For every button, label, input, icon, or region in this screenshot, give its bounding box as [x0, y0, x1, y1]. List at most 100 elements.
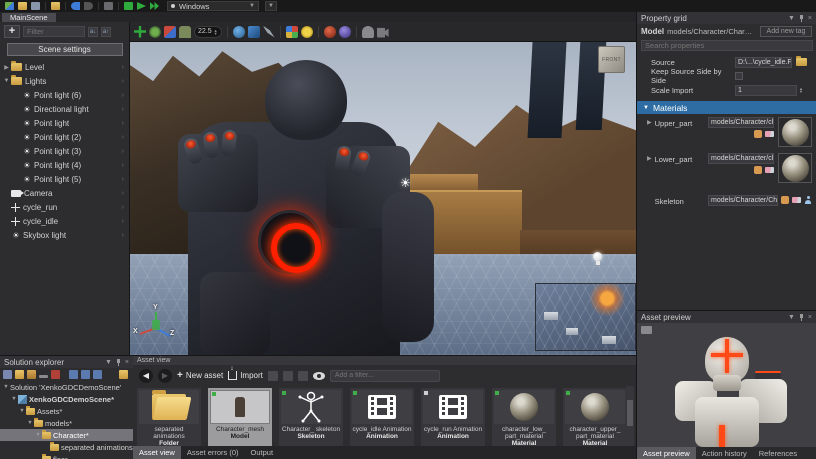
keep-source-checkbox[interactable] — [735, 72, 743, 80]
expander-icon[interactable]: ▶ — [647, 119, 655, 126]
tree-item-project[interactable]: XenkoGDCDemoScene* — [0, 393, 133, 405]
close-icon[interactable]: × — [808, 15, 812, 22]
tree-item-assets[interactable]: Assets* — [0, 405, 133, 417]
dropdown-button[interactable]: ▼ — [265, 1, 277, 11]
clear-icon[interactable] — [792, 197, 801, 203]
new-asset-button[interactable]: + New asset — [177, 370, 223, 381]
world-icon[interactable] — [233, 26, 245, 38]
expander-icon[interactable]: ▶ — [647, 155, 655, 162]
scale-gizmo-icon[interactable] — [164, 26, 176, 38]
expander-icon[interactable] — [26, 420, 34, 426]
tree-item-cycle-idle[interactable]: cycle_idle — [0, 214, 129, 228]
asset-tile-character-upper-material[interactable]: character_upper_ part_material Material — [563, 388, 627, 448]
remove-icon[interactable] — [39, 375, 48, 378]
source-field[interactable]: D:\...\cycle_idle.FBX — [735, 57, 792, 68]
scale-import-field[interactable]: 1 — [735, 85, 797, 96]
tab-asset-errors[interactable]: Asset errors (0) — [181, 446, 245, 459]
property-search-input[interactable] — [641, 40, 813, 51]
delete-icon[interactable] — [51, 370, 60, 379]
add-icon[interactable] — [134, 26, 146, 38]
pick-icon[interactable] — [754, 130, 762, 138]
pick-icon[interactable] — [781, 196, 789, 204]
snap-angle-field[interactable]: 22.5 ▲▼ — [194, 26, 222, 38]
tab-asset-view[interactable]: Asset view — [133, 446, 181, 459]
tree-item-skybox-light[interactable]: ☀Skybox light — [0, 228, 129, 242]
expander-icon[interactable] — [10, 396, 18, 402]
material-sphere-icon[interactable] — [324, 26, 336, 38]
tree-item-level[interactable]: Level — [0, 60, 129, 74]
expander-icon[interactable] — [34, 432, 42, 438]
build-icon[interactable] — [124, 2, 133, 10]
cursor-icon[interactable] — [263, 26, 275, 38]
tree-item-point-light[interactable]: ☀Point light — [0, 116, 129, 130]
tree-item-lights[interactable]: Lights — [0, 74, 129, 88]
render-mode-icon[interactable] — [286, 26, 298, 38]
view-options-icon[interactable] — [313, 372, 325, 380]
light-gizmo-bulb-icon[interactable] — [593, 252, 602, 265]
tree-item-point-light-4[interactable]: ☀Point light (4) — [0, 158, 129, 172]
tree-item-camera[interactable]: Camera — [0, 186, 129, 200]
gizmo-settings-icon[interactable] — [362, 26, 374, 38]
sort-desc-icon[interactable] — [93, 370, 102, 379]
back-button[interactable]: ◀ — [139, 369, 153, 383]
open-project-icon[interactable] — [18, 2, 27, 10]
folder-icon[interactable] — [51, 2, 60, 10]
snap-magnet-icon[interactable] — [179, 26, 191, 38]
sort-za-icon[interactable]: a↑ — [101, 27, 111, 37]
new-folder-icon[interactable] — [119, 370, 128, 379]
tab-asset-preview[interactable]: Asset preview — [637, 447, 696, 459]
expander-icon[interactable] — [2, 64, 11, 71]
pin-icon[interactable] — [116, 359, 121, 366]
scene-settings-button[interactable]: Scene settings — [7, 43, 123, 56]
collapse-all-icon[interactable] — [3, 370, 12, 379]
pin-icon[interactable] — [799, 15, 804, 22]
tree-item-character[interactable]: Character* — [0, 429, 133, 441]
save-icon[interactable] — [31, 2, 40, 10]
asset-tile-cycle-run[interactable]: cycle_run Animation Animation — [421, 388, 485, 448]
sort-asc-icon[interactable] — [81, 370, 90, 379]
tree-item-point-light-3[interactable]: ☀Point light (3) — [0, 144, 129, 158]
folder-icon[interactable] — [15, 370, 24, 379]
asset-view-scrollbar[interactable] — [626, 386, 634, 446]
skeleton-icon[interactable] — [804, 196, 812, 204]
close-icon[interactable]: × — [808, 314, 812, 321]
tab-references[interactable]: References — [753, 447, 803, 459]
skeleton-field[interactable]: models/Character/Cha — [708, 195, 778, 206]
screenshot-icon[interactable] — [641, 326, 652, 334]
translate-gizmo-icon[interactable] — [149, 26, 161, 38]
tab-output[interactable]: Output — [245, 446, 280, 459]
asset-tile-character-mesh[interactable]: Character_mesh Model — [208, 388, 272, 448]
close-icon[interactable]: × — [125, 359, 129, 366]
clear-icon[interactable] — [765, 167, 774, 173]
windows-combo[interactable]: Windows ▼ — [167, 1, 259, 11]
chevron-down-icon[interactable]: ▼ — [788, 314, 795, 321]
camera-settings-icon[interactable] — [377, 26, 389, 38]
expander-icon[interactable] — [2, 384, 10, 390]
spinner-icon[interactable]: ▲▼ — [799, 87, 803, 94]
cube-mode-icon[interactable] — [248, 26, 260, 38]
open-folder-icon[interactable] — [27, 370, 36, 379]
spinner-icon[interactable]: ▲▼ — [214, 29, 218, 35]
undo-icon[interactable] — [71, 2, 80, 10]
pin-icon[interactable] — [799, 314, 804, 321]
sort-az-icon[interactable]: a↓ — [88, 27, 98, 37]
tree-item-solution[interactable]: Solution 'XenkoGDCDemoScene' — [0, 381, 133, 393]
wireframe-sphere-icon[interactable] — [339, 26, 351, 38]
chevron-down-icon[interactable]: ▼ — [788, 15, 795, 22]
tab-action-history[interactable]: Action history — [696, 447, 753, 459]
lighting-icon[interactable] — [301, 26, 313, 38]
add-entity-button[interactable]: + — [4, 25, 20, 38]
scrollbar-thumb[interactable] — [627, 400, 633, 426]
asset-tile-cycle-idle[interactable]: cycle_idle Animation Animation — [350, 388, 414, 448]
browse-folder-icon[interactable] — [796, 58, 807, 66]
viewport-3d-scene[interactable]: ☀ FRONT X Y Z — [130, 42, 636, 355]
tree-item-point-light-2[interactable]: ☀Point light (2) — [0, 130, 129, 144]
view-cube[interactable]: FRONT — [598, 46, 625, 73]
clear-icon[interactable] — [765, 131, 774, 137]
import-button[interactable]: Import — [228, 371, 263, 380]
add-new-tag-button[interactable]: Add new tag — [760, 26, 812, 37]
fast-forward-icon[interactable] — [150, 2, 159, 10]
stop-icon[interactable] — [104, 2, 113, 10]
asset-tile-separated-animations[interactable]: separated animations Folder — [137, 388, 201, 448]
tree-item-cycle-run[interactable]: cycle_run — [0, 200, 129, 214]
